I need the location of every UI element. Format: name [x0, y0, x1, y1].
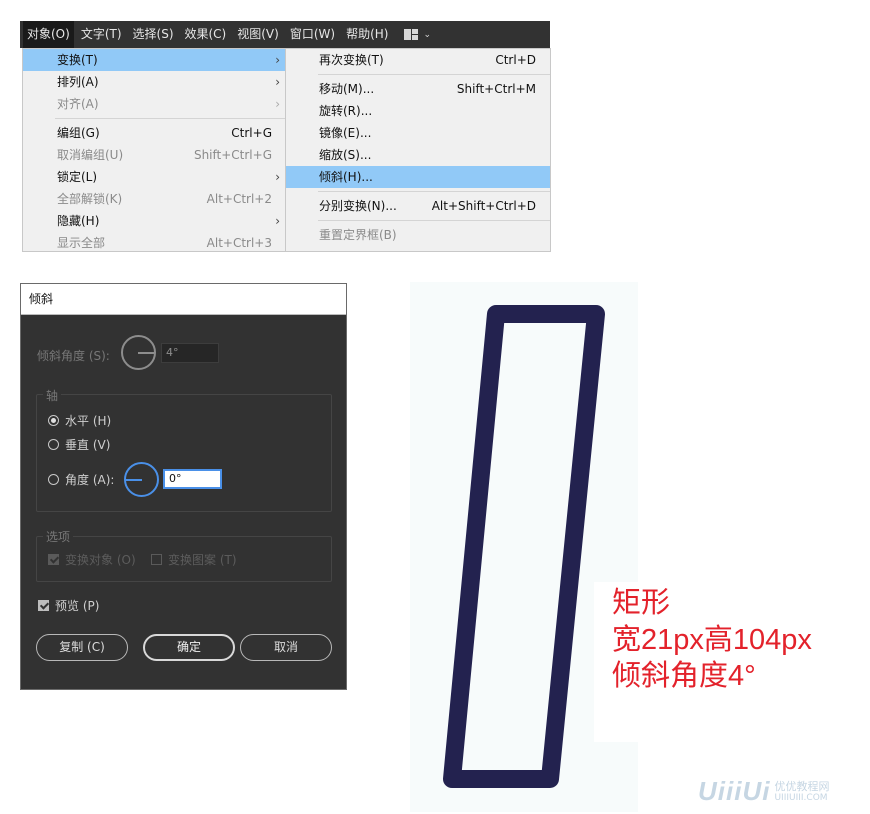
- annotation-line-3: 倾斜角度4°: [612, 660, 756, 692]
- watermark: UiiiUi 优优教程网 UIIIUIII.COM: [698, 776, 829, 807]
- watermark-logo: UiiiUi: [698, 776, 771, 806]
- annotation-line-1: 矩形: [612, 587, 671, 619]
- watermark-site-url: UIIIUIII.COM: [774, 793, 828, 803]
- sheared-rectangle: [443, 305, 605, 788]
- watermark-site-name: 优优教程网: [774, 780, 830, 793]
- annotation-line-2: 宽21px高104px: [612, 624, 812, 656]
